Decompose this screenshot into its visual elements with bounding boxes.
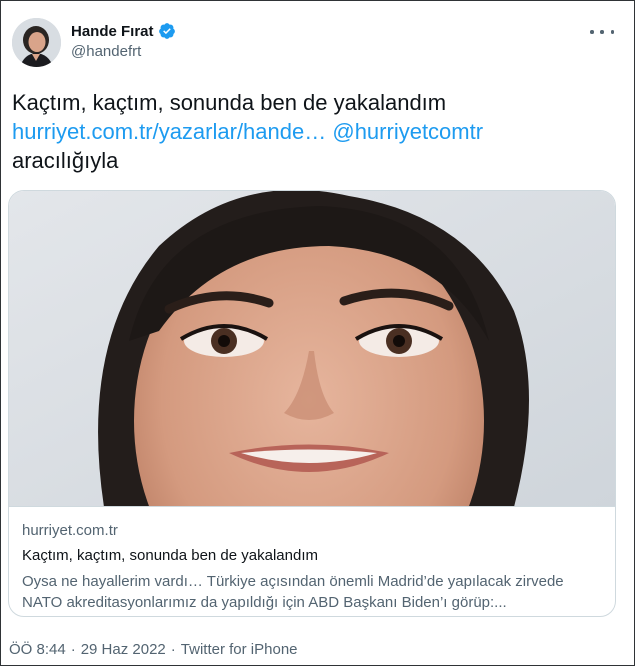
tweet-text-main: Kaçtım, kaçtım, sonunda ben de yakalandı… xyxy=(12,90,447,115)
tweet-text: Kaçtım, kaçtım, sonunda ben de yakalandı… xyxy=(12,88,612,175)
profile-photo-icon xyxy=(12,18,61,67)
tweet-container: Hande Fırat @handefrt Kaçtım, kaçtım, so… xyxy=(0,0,635,666)
link-card-description: Oysa ne hayallerim vardı… Türkiye açısın… xyxy=(22,573,564,611)
article-photo xyxy=(9,191,615,506)
author-avatar[interactable] xyxy=(12,18,61,67)
link-card-title: Kaçtım, kaçtım, sonunda ben de yakalandı… xyxy=(22,547,318,564)
tweet-footer: ÖÖ 8:44 · 29 Haz 2022 · Twitter for iPho… xyxy=(9,641,298,658)
tweet-time[interactable]: ÖÖ 8:44 xyxy=(9,641,66,658)
footer-separator: · xyxy=(70,641,76,658)
tweet-date[interactable]: 29 Haz 2022 xyxy=(81,641,166,658)
more-dots-icon xyxy=(600,30,604,34)
author-display-name[interactable]: Hande Fırat xyxy=(71,23,154,40)
tweet-mention[interactable]: @hurriyetcomtr xyxy=(332,119,483,144)
author-name-row: Hande Fırat xyxy=(71,22,176,40)
footer-separator: · xyxy=(170,641,176,658)
more-dots-icon xyxy=(610,30,614,34)
link-card[interactable]: hurriyet.com.tr Kaçtım, kaçtım, sonunda … xyxy=(8,190,616,617)
tweet-text-suffix: aracılığıyla xyxy=(12,148,119,173)
more-options-button[interactable] xyxy=(590,23,614,41)
tweet-source[interactable]: Twitter for iPhone xyxy=(181,641,298,658)
author-handle[interactable]: @handefrt xyxy=(71,43,141,60)
tweet-link-url[interactable]: hurriyet.com.tr/yazarlar/hande… xyxy=(12,119,326,144)
link-card-image[interactable] xyxy=(9,191,615,507)
link-card-domain: hurriyet.com.tr xyxy=(22,522,118,539)
more-dots-icon xyxy=(590,30,594,34)
verified-badge-icon xyxy=(158,23,175,39)
link-card-meta: hurriyet.com.tr Kaçtım, kaçtım, sonunda … xyxy=(22,521,607,613)
